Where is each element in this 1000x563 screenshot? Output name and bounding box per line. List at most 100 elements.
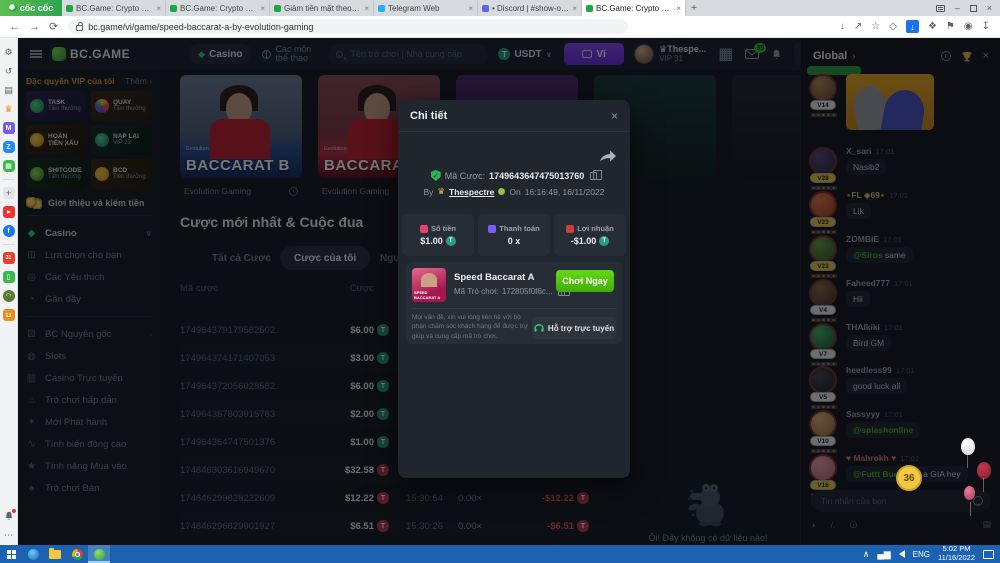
browser-tab-4[interactable]: Telegram Web× [374, 0, 478, 16]
new-tab-button[interactable]: + [686, 0, 702, 16]
tab-search-icon[interactable] [936, 5, 945, 12]
modal-title: Chi tiết [410, 110, 447, 122]
calendar-icon[interactable]: 31 [3, 252, 15, 264]
tab-favicon [482, 5, 489, 12]
zalo-icon[interactable]: Z [3, 141, 15, 153]
games-icon[interactable]: ▦ [3, 160, 15, 172]
verified-shield-icon: ✓ [431, 170, 441, 181]
taskbar-app-edge[interactable] [22, 545, 44, 563]
adblock-shield-icon[interactable]: ◇ [889, 21, 897, 32]
tab-close-icon[interactable]: × [260, 4, 265, 13]
coccoc-brand[interactable]: cốc cốc [0, 0, 62, 16]
download-manager-icon[interactable]: ↓ [906, 20, 919, 33]
shopping-cart-icon[interactable]: ⊔ [3, 309, 15, 321]
sidebar-toggle-icon[interactable]: ⚑ [946, 21, 955, 32]
tab-close-icon[interactable]: × [676, 4, 681, 13]
history-icon[interactable]: ↺ [3, 65, 15, 77]
bookmark-star-icon[interactable]: ☆ [871, 21, 880, 32]
profile-icon[interactable]: ◉ [964, 21, 973, 32]
minimize-button[interactable]: – [955, 3, 960, 13]
tab-close-icon[interactable]: × [572, 4, 577, 13]
show-hidden-icons[interactable]: ∧ [863, 549, 870, 560]
browser-tab-3[interactable]: Giảm tiền mặt theo tiến hóa!× [270, 0, 374, 16]
stat-label: Lợi nhuận [577, 224, 614, 233]
forward-button[interactable]: → [29, 21, 40, 33]
add-shortcut-icon[interactable]: + [3, 187, 15, 199]
action-center-icon[interactable] [983, 550, 994, 559]
browser-tab-2[interactable]: BC.Game: Crypto Casino Gan× [166, 0, 270, 16]
payout-icon [488, 225, 496, 233]
youtube-icon[interactable] [3, 206, 15, 218]
stat-amount: Số tiền $1.00T [402, 214, 474, 256]
taskbar-app-coccoc[interactable] [88, 545, 110, 563]
tab-title: • Discord | #show-off-you [492, 4, 569, 13]
bet-author[interactable]: Thespectre [449, 187, 494, 197]
close-window-button[interactable]: × [987, 3, 992, 13]
share-icon[interactable]: ↗ [854, 21, 862, 32]
close-icon[interactable]: × [611, 109, 618, 123]
live-support-button[interactable]: Hỗ trợ trực tuyến [532, 317, 616, 339]
tab-favicon [170, 5, 177, 12]
game-code-value: 172805f0f6c... [502, 287, 553, 296]
copy-icon[interactable] [590, 172, 597, 180]
address-bar-actions: ↓ ↗ ☆ ◇ ↓ ❖ ⚑ ◉ ↧ [840, 20, 1000, 33]
tab-close-icon[interactable]: × [156, 4, 161, 13]
tab-favicon [378, 5, 385, 12]
browser-tab-5[interactable]: • Discord | #show-off-you× [478, 0, 582, 16]
windows-taskbar: ∧ ▄▆ ENG 5:02 PM 11/16/2022 [0, 545, 1000, 563]
sidebar-divider [3, 244, 15, 245]
maximize-button[interactable] [970, 5, 977, 12]
usdt-coin-icon: T [446, 236, 456, 246]
tab-title: Telegram Web [388, 4, 465, 13]
play-now-button[interactable]: Chơi Ngay [556, 270, 614, 292]
screen: cốc cốc BC.Game: Crypto Casino Gan× BC.G… [0, 0, 1000, 563]
game-info-box: SPEED BACCARAT A Speed Baccarat A Mã Trò… [406, 262, 622, 344]
taskbar-app-explorer[interactable] [44, 545, 66, 563]
save-page-icon[interactable]: ↓ [840, 21, 845, 32]
messenger-icon[interactable]: M [3, 122, 15, 134]
game-thumbnail[interactable]: SPEED BACCARAT A [412, 268, 446, 302]
balloon-decoration [961, 438, 975, 455]
url-box[interactable]: bc.game/vi/game/speed-baccarat-a-by-evol… [68, 19, 628, 34]
utility-icon[interactable]: ▯ [3, 271, 15, 283]
on-label: On [509, 187, 520, 197]
taskbar-clock[interactable]: 5:02 PM 11/16/2022 [938, 545, 975, 562]
site-security-icon[interactable] [76, 25, 83, 31]
browser-tab-1[interactable]: BC.Game: Crypto Casino Gan× [62, 0, 166, 16]
notification-bell-icon[interactable] [3, 510, 15, 522]
browser-tab-active[interactable]: BC.Game: Crypto Casino Gan× [582, 0, 686, 16]
downloads-icon[interactable]: ↧ [982, 21, 990, 32]
tab-title: Giảm tiền mặt theo tiến hóa! [284, 4, 361, 13]
bet-author-row: By ♛ Thespectre On 16:16:49, 16/11/2022 [398, 186, 630, 197]
bet-id-row: ✓ Mã Cược: 1749643647475013760 [398, 170, 630, 181]
facebook-icon[interactable]: f [3, 225, 15, 237]
profit-icon [566, 225, 574, 233]
extension-icon[interactable]: ❖ [928, 21, 937, 32]
no-data-text: Ôi! Đây không có dữ liệu nào! [648, 533, 767, 543]
network-icon[interactable]: ▄▆ [877, 549, 890, 560]
crown-rewards-icon[interactable]: ♛ [3, 103, 15, 115]
stat-label: Thanh toán [499, 224, 539, 233]
start-button[interactable] [0, 545, 22, 563]
divider [412, 308, 616, 309]
tab-close-icon[interactable]: × [364, 4, 369, 13]
stat-label: Số tiền [431, 224, 456, 233]
back-button[interactable]: ← [9, 21, 20, 33]
reading-list-icon[interactable]: ▤ [3, 84, 15, 96]
volume-icon[interactable] [899, 550, 905, 558]
stat-value: $1.00 [420, 236, 443, 246]
hat-shop-icon[interactable]: ◠ [3, 290, 15, 302]
more-options-icon[interactable]: ⋯ [3, 529, 15, 541]
tab-close-icon[interactable]: × [468, 4, 473, 13]
share-bet-icon[interactable] [600, 150, 616, 162]
clock-date: 11/16/2022 [938, 553, 975, 562]
reload-button[interactable]: ⟳ [49, 20, 58, 33]
bet-id-label: Mã Cược: [445, 171, 485, 181]
browser-sidebar: ⚙ ↺ ▤ ♛ M Z ▦ + f 31 ▯ ◠ ⊔ ⋯ [0, 38, 18, 545]
taskbar-app-chrome[interactable] [66, 545, 88, 563]
tab-favicon [274, 5, 281, 12]
window-controls: – × [936, 0, 1000, 16]
language-indicator[interactable]: ENG [913, 550, 930, 559]
game-code-label: Mã Trò chơi: [454, 287, 499, 296]
settings-gear-icon[interactable]: ⚙ [3, 46, 15, 58]
